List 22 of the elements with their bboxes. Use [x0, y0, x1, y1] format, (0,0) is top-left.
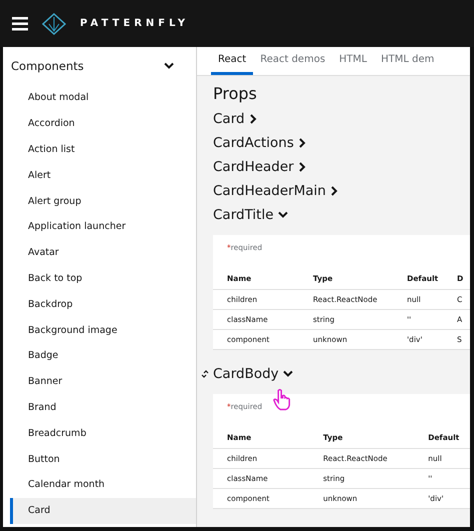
section-heading[interactable]: CardHeaderMain [213, 179, 470, 203]
chevron-down-icon [282, 370, 293, 378]
section-heading[interactable]: CardTitle [213, 203, 470, 227]
page-title: Props [213, 84, 258, 103]
menu-icon[interactable] [12, 16, 28, 30]
section-heading[interactable]: CardActions [213, 131, 470, 155]
section-heading[interactable]: CardHeader [213, 155, 470, 179]
section-heading[interactable]: CardBody [201, 362, 470, 386]
section-heading[interactable]: Card [213, 107, 470, 131]
tab[interactable]: React [211, 47, 254, 75]
chevron-right-icon [330, 186, 338, 196]
tab[interactable]: HTML [332, 47, 374, 75]
tab[interactable]: React demos [253, 47, 332, 75]
logo-icon [42, 12, 66, 34]
tab[interactable]: HTML dem [374, 47, 442, 75]
brand-name: PATTERNFLY [80, 18, 190, 29]
chevron-down-icon [278, 211, 288, 219]
chevron-right-icon [248, 114, 257, 124]
chevron-right-icon [298, 162, 306, 172]
sidebar-item[interactable]: Card [10, 498, 196, 524]
chevron-right-icon [298, 138, 306, 148]
chevron-icon [164, 62, 174, 70]
